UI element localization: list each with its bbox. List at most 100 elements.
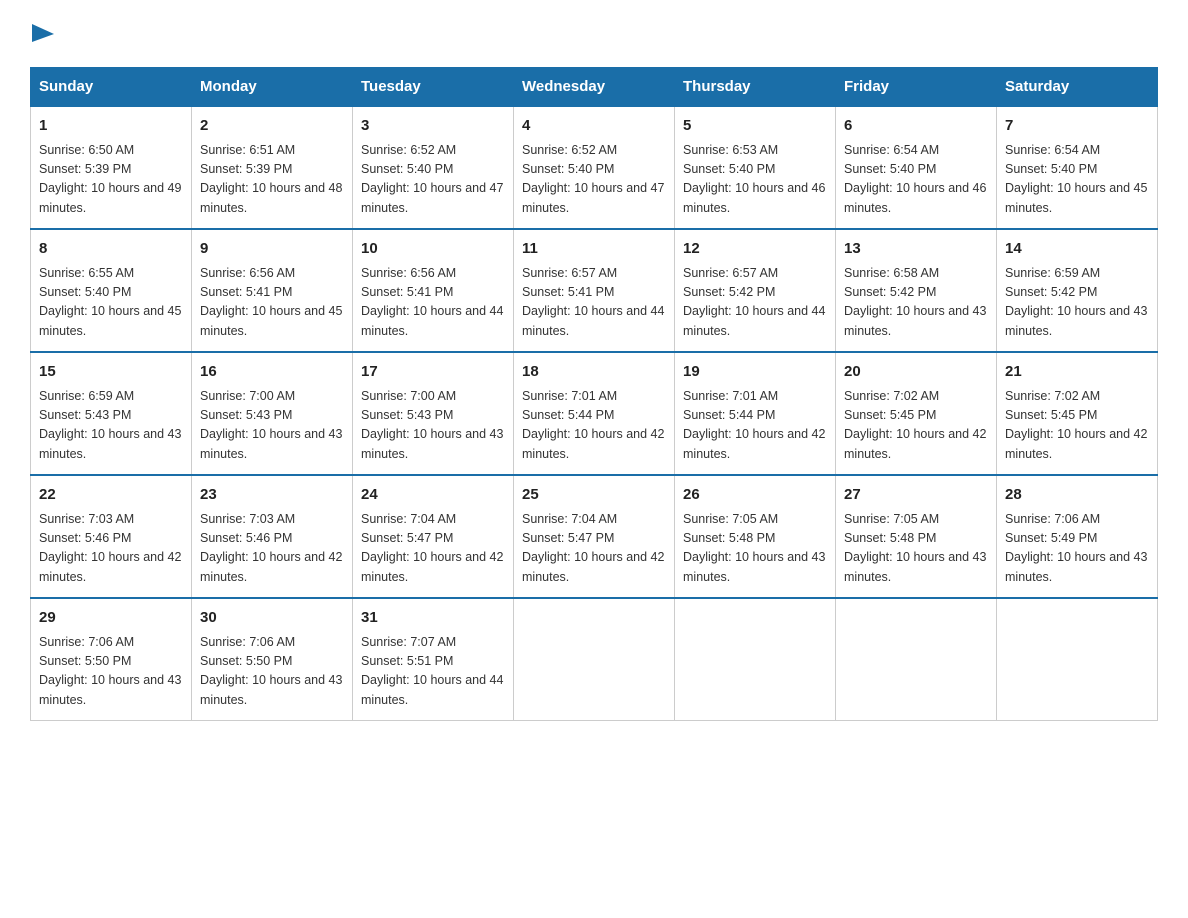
day-number: 23	[200, 484, 344, 507]
calendar-day-cell: 8 Sunrise: 6:55 AMSunset: 5:40 PMDaylight…	[31, 229, 192, 352]
calendar-day-cell: 11Sunrise: 6:57 AMSunset: 5:41 PMDayligh…	[514, 229, 675, 352]
day-number: 17	[361, 361, 505, 384]
calendar-day-cell: 18Sunrise: 7:01 AMSunset: 5:44 PMDayligh…	[514, 352, 675, 475]
day-number: 13	[844, 238, 988, 261]
day-info: Sunrise: 6:50 AMSunset: 5:39 PMDaylight:…	[39, 141, 183, 219]
day-of-week-header: Friday	[836, 68, 997, 107]
calendar-day-cell	[836, 598, 997, 721]
calendar-day-cell: 30Sunrise: 7:06 AMSunset: 5:50 PMDayligh…	[192, 598, 353, 721]
calendar-week-row: 1 Sunrise: 6:50 AMSunset: 5:39 PMDaylight…	[31, 106, 1158, 229]
calendar-day-cell: 25 Sunrise: 7:04 AMSunset: 5:47 PMDayligh…	[514, 475, 675, 598]
calendar-day-cell: 29Sunrise: 7:06 AMSunset: 5:50 PMDayligh…	[31, 598, 192, 721]
day-number: 26	[683, 484, 827, 507]
day-number: 2	[200, 115, 344, 138]
day-number: 29	[39, 607, 183, 630]
day-info: Sunrise: 7:02 AMSunset: 5:45 PMDaylight:…	[1005, 387, 1149, 465]
day-info: Sunrise: 6:54 AMSunset: 5:40 PMDaylight:…	[1005, 141, 1149, 219]
day-info: Sunrise: 7:04 AMSunset: 5:47 PMDaylight:…	[361, 510, 505, 588]
day-of-week-header: Monday	[192, 68, 353, 107]
day-number: 30	[200, 607, 344, 630]
day-of-week-header: Thursday	[675, 68, 836, 107]
day-number: 8	[39, 238, 183, 261]
day-number: 31	[361, 607, 505, 630]
day-info: Sunrise: 7:05 AMSunset: 5:48 PMDaylight:…	[683, 510, 827, 588]
calendar-day-cell: 24 Sunrise: 7:04 AMSunset: 5:47 PMDayligh…	[353, 475, 514, 598]
day-info: Sunrise: 7:00 AMSunset: 5:43 PMDaylight:…	[361, 387, 505, 465]
day-number: 22	[39, 484, 183, 507]
calendar-day-cell: 3Sunrise: 6:52 AMSunset: 5:40 PMDaylight…	[353, 106, 514, 229]
day-info: Sunrise: 7:01 AMSunset: 5:44 PMDaylight:…	[522, 387, 666, 465]
day-info: Sunrise: 7:03 AMSunset: 5:46 PMDaylight:…	[39, 510, 183, 588]
calendar-week-row: 15 Sunrise: 6:59 AMSunset: 5:43 PMDayligh…	[31, 352, 1158, 475]
day-number: 1	[39, 115, 183, 138]
day-info: Sunrise: 6:56 AMSunset: 5:41 PMDaylight:…	[200, 264, 344, 342]
calendar-table: SundayMondayTuesdayWednesdayThursdayFrid…	[30, 67, 1158, 721]
day-info: Sunrise: 6:55 AMSunset: 5:40 PMDaylight:…	[39, 264, 183, 342]
calendar-day-cell: 19 Sunrise: 7:01 AMSunset: 5:44 PMDayligh…	[675, 352, 836, 475]
calendar-day-cell: 14Sunrise: 6:59 AMSunset: 5:42 PMDayligh…	[997, 229, 1158, 352]
day-info: Sunrise: 7:04 AMSunset: 5:47 PMDaylight:…	[522, 510, 666, 588]
day-info: Sunrise: 7:03 AMSunset: 5:46 PMDaylight:…	[200, 510, 344, 588]
calendar-day-cell: 13 Sunrise: 6:58 AMSunset: 5:42 PMDayligh…	[836, 229, 997, 352]
calendar-day-cell: 20 Sunrise: 7:02 AMSunset: 5:45 PMDayligh…	[836, 352, 997, 475]
day-number: 4	[522, 115, 666, 138]
day-info: Sunrise: 7:00 AMSunset: 5:43 PMDaylight:…	[200, 387, 344, 465]
day-info: Sunrise: 6:58 AMSunset: 5:42 PMDaylight:…	[844, 264, 988, 342]
calendar-day-cell: 15 Sunrise: 6:59 AMSunset: 5:43 PMDayligh…	[31, 352, 192, 475]
calendar-day-cell: 27 Sunrise: 7:05 AMSunset: 5:48 PMDayligh…	[836, 475, 997, 598]
calendar-day-cell: 4 Sunrise: 6:52 AMSunset: 5:40 PMDaylight…	[514, 106, 675, 229]
day-info: Sunrise: 6:56 AMSunset: 5:41 PMDaylight:…	[361, 264, 505, 342]
day-of-week-header: Saturday	[997, 68, 1158, 107]
calendar-day-cell: 26 Sunrise: 7:05 AMSunset: 5:48 PMDayligh…	[675, 475, 836, 598]
calendar-week-row: 22 Sunrise: 7:03 AMSunset: 5:46 PMDayligh…	[31, 475, 1158, 598]
calendar-day-cell: 2 Sunrise: 6:51 AMSunset: 5:39 PMDaylight…	[192, 106, 353, 229]
calendar-day-cell: 9 Sunrise: 6:56 AMSunset: 5:41 PMDaylight…	[192, 229, 353, 352]
day-number: 6	[844, 115, 988, 138]
day-info: Sunrise: 7:06 AMSunset: 5:49 PMDaylight:…	[1005, 510, 1149, 588]
day-number: 19	[683, 361, 827, 384]
day-info: Sunrise: 7:05 AMSunset: 5:48 PMDaylight:…	[844, 510, 988, 588]
day-number: 25	[522, 484, 666, 507]
day-info: Sunrise: 6:57 AMSunset: 5:42 PMDaylight:…	[683, 264, 827, 342]
day-number: 5	[683, 115, 827, 138]
calendar-day-cell: 28 Sunrise: 7:06 AMSunset: 5:49 PMDayligh…	[997, 475, 1158, 598]
day-of-week-header: Sunday	[31, 68, 192, 107]
day-number: 24	[361, 484, 505, 507]
day-number: 28	[1005, 484, 1149, 507]
logo	[30, 20, 54, 47]
day-info: Sunrise: 6:52 AMSunset: 5:40 PMDaylight:…	[361, 141, 505, 219]
calendar-day-cell: 31 Sunrise: 7:07 AMSunset: 5:51 PMDayligh…	[353, 598, 514, 721]
calendar-day-cell: 22 Sunrise: 7:03 AMSunset: 5:46 PMDayligh…	[31, 475, 192, 598]
calendar-day-cell	[997, 598, 1158, 721]
day-of-week-header: Tuesday	[353, 68, 514, 107]
calendar-day-cell: 23 Sunrise: 7:03 AMSunset: 5:46 PMDayligh…	[192, 475, 353, 598]
day-number: 10	[361, 238, 505, 261]
calendar-day-cell: 21 Sunrise: 7:02 AMSunset: 5:45 PMDayligh…	[997, 352, 1158, 475]
day-info: Sunrise: 6:51 AMSunset: 5:39 PMDaylight:…	[200, 141, 344, 219]
day-info: Sunrise: 7:07 AMSunset: 5:51 PMDaylight:…	[361, 633, 505, 711]
day-info: Sunrise: 6:53 AMSunset: 5:40 PMDaylight:…	[683, 141, 827, 219]
day-info: Sunrise: 7:02 AMSunset: 5:45 PMDaylight:…	[844, 387, 988, 465]
day-number: 9	[200, 238, 344, 261]
day-info: Sunrise: 6:57 AMSunset: 5:41 PMDaylight:…	[522, 264, 666, 342]
calendar-day-cell: 16 Sunrise: 7:00 AMSunset: 5:43 PMDayligh…	[192, 352, 353, 475]
calendar-week-row: 29Sunrise: 7:06 AMSunset: 5:50 PMDayligh…	[31, 598, 1158, 721]
calendar-day-cell	[675, 598, 836, 721]
day-number: 7	[1005, 115, 1149, 138]
calendar-day-cell: 5 Sunrise: 6:53 AMSunset: 5:40 PMDaylight…	[675, 106, 836, 229]
calendar-day-cell: 7 Sunrise: 6:54 AMSunset: 5:40 PMDaylight…	[997, 106, 1158, 229]
day-number: 15	[39, 361, 183, 384]
day-number: 16	[200, 361, 344, 384]
day-info: Sunrise: 6:52 AMSunset: 5:40 PMDaylight:…	[522, 141, 666, 219]
day-number: 21	[1005, 361, 1149, 384]
calendar-day-cell: 6 Sunrise: 6:54 AMSunset: 5:40 PMDaylight…	[836, 106, 997, 229]
calendar-day-cell: 10 Sunrise: 6:56 AMSunset: 5:41 PMDayligh…	[353, 229, 514, 352]
day-info: Sunrise: 6:54 AMSunset: 5:40 PMDaylight:…	[844, 141, 988, 219]
day-number: 27	[844, 484, 988, 507]
day-number: 20	[844, 361, 988, 384]
day-info: Sunrise: 7:01 AMSunset: 5:44 PMDaylight:…	[683, 387, 827, 465]
day-of-week-header: Wednesday	[514, 68, 675, 107]
page-header	[30, 20, 1158, 47]
calendar-day-cell: 17 Sunrise: 7:00 AMSunset: 5:43 PMDayligh…	[353, 352, 514, 475]
day-info: Sunrise: 6:59 AMSunset: 5:43 PMDaylight:…	[39, 387, 183, 465]
